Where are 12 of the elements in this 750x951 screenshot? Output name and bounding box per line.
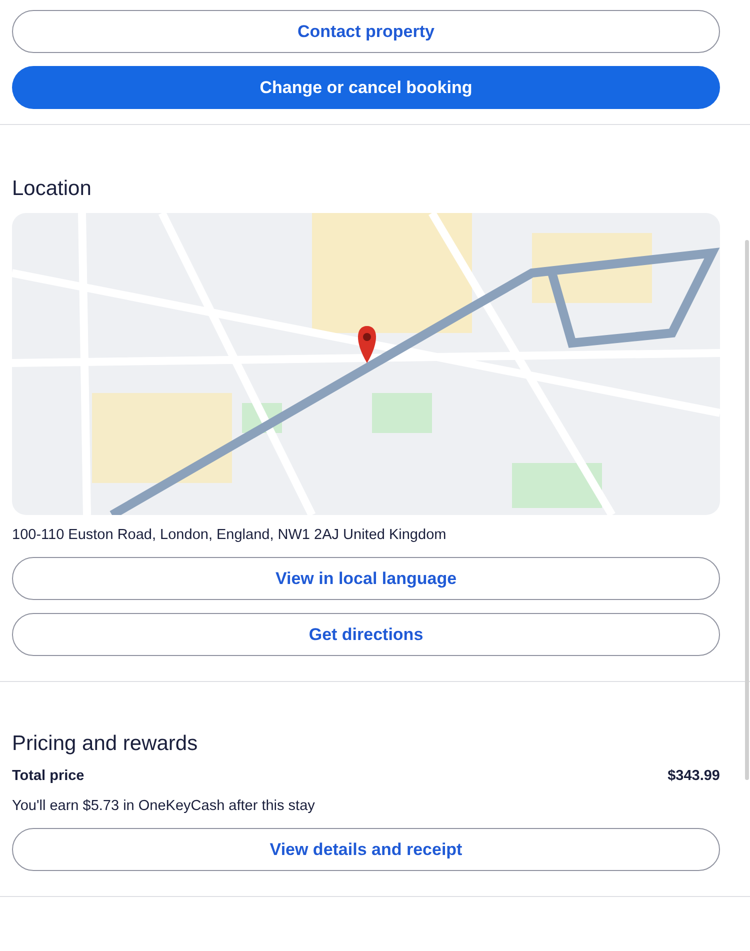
scrollbar[interactable] — [745, 240, 749, 780]
section-title: Pricing and rewards — [12, 732, 199, 756]
section-title: Location — [12, 177, 92, 201]
total-price-value: $343.99 — [668, 768, 720, 784]
total-price-label: Total price — [12, 768, 84, 784]
rewards-text: You'll earn $5.73 in OneKeyCash after this stay — [12, 798, 316, 814]
button[interactable]: View in local language — [12, 557, 720, 600]
address-text: 100-110 Euston Road, London, England, NW1 2AJ United Kingdom — [12, 527, 448, 543]
button[interactable]: Contact property — [12, 10, 720, 53]
button[interactable]: View details and receipt — [12, 828, 720, 871]
button[interactable]: Get directions — [12, 613, 720, 656]
button[interactable]: Change or cancel booking — [12, 66, 720, 109]
